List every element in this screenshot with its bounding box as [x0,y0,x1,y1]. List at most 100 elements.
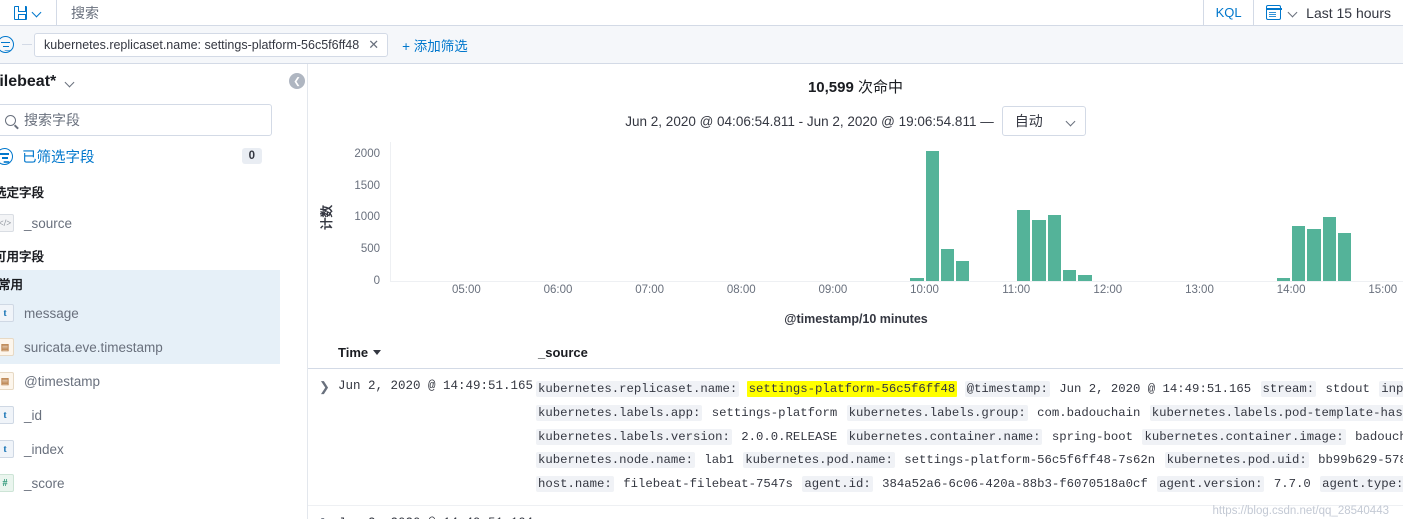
x-tick: 10:00 [910,284,939,296]
hits-count-row: 10,599 次命中 [308,64,1403,97]
x-tick: 06:00 [543,284,573,296]
filtered-fields-toggle[interactable]: 已筛选字段 0 [0,136,280,176]
field-key: agent.type: [1320,476,1403,493]
bar[interactable] [1337,232,1352,281]
y-tick: 500 [360,243,380,256]
index-pattern-label: filebeat* [0,73,57,90]
field-label: _source [24,215,73,231]
bar-series [391,141,1403,281]
index-pattern-selector[interactable]: filebeat* [0,64,280,100]
field-key: kubernetes.node.name: [536,452,695,469]
x-tick: 07:00 [635,284,665,296]
date-type-icon: ▤ [0,372,14,390]
bar[interactable] [925,150,939,281]
field-item-message[interactable]: t message [0,296,280,330]
top-toolbar: 搜索 KQL Last 15 hours [0,0,1403,26]
table-body: ❯ Jun 2, 2020 @ 14:49:51.165 kubernetes.re… [308,369,1403,519]
field-item-index[interactable]: t _index [0,432,280,466]
field-key: agent.version: [1157,476,1265,493]
date-type-icon: ▤ [0,338,14,356]
source-line: kubernetes.replicaset.name: settings-pla… [536,378,1403,402]
field-label: message [24,305,79,321]
field-value: 7.7.0 [1273,477,1311,492]
field-value: settings-platform [711,405,838,420]
bar[interactable] [1063,270,1077,281]
bar[interactable] [1276,277,1291,281]
x-tick: 12:00 [1093,284,1123,296]
column-label: _source [538,345,588,360]
documents-table: Time _source ❯ Jun 2, 2020 @ 14:49:51.165… [308,337,1403,519]
field-value: 2.0.0.RELEASE [741,429,838,444]
field-key: kubernetes.pod.uid: [1164,452,1309,469]
bar[interactable] [1047,214,1061,281]
field-label: @timestamp [24,373,100,389]
bar[interactable] [940,248,955,281]
chevron-down-icon [66,78,75,87]
query-input[interactable]: 搜索 [57,0,1203,25]
save-search-button[interactable] [0,0,57,25]
field-key: kubernetes.labels.group: [846,404,1028,421]
bar[interactable] [1078,275,1092,281]
search-fields-placeholder: 搜索字段 [24,112,80,128]
group-label: 常用 [0,277,24,292]
hits-suffix: 次命中 [858,79,904,96]
field-key: kubernetes.replicaset.name: [536,381,740,397]
available-fields-heading: 可用字段 [0,250,45,264]
popular-group-heading: 常用 [0,270,280,296]
source-line: kubernetes.labels.app: settings-platform… [536,402,1403,426]
field-key: kubernetes.container.image: [1142,428,1346,445]
chevron-right-icon[interactable]: ❯ [308,378,338,497]
x-tick: 09:00 [818,284,848,296]
kql-language-button[interactable]: KQL [1203,0,1253,25]
bar[interactable] [1032,219,1046,281]
close-icon[interactable]: ✕ [368,38,379,51]
filter-icon [0,147,13,165]
histogram-chart[interactable]: 计数 0 500 1000 1500 2000 05:00 06:00 07:00 08:00… [308,142,1403,337]
chevron-down-icon [1067,117,1076,126]
cell-time: Jun 2, 2020 @ 14:49:51.165 [338,379,534,393]
bar[interactable] [956,261,970,281]
query-placeholder: 搜索 [71,4,99,21]
field-item-id[interactable]: t _id [0,398,280,432]
bar[interactable] [910,278,924,281]
field-value: badouchain/ [1355,429,1403,444]
field-item-suricata-eve-timestamp[interactable]: ▤ suricata.eve.timestamp [0,330,280,364]
cell-source: kubernetes.replicaset.name: settings-pla… [536,378,1403,497]
bar[interactable] [1292,225,1306,281]
interval-select[interactable]: 自动 [1001,106,1086,136]
field-value: spring-boot [1051,429,1134,444]
date-range-label: Last 15 hours [1306,4,1391,21]
table-row[interactable]: ❯ Jun 2, 2020 @ 14:49:51.165 kubernetes.re… [308,369,1403,506]
bar[interactable] [1017,209,1031,281]
field-key: kubernetes.labels.pod-template-hash: [1149,404,1403,421]
field-key: kubernetes.container.name: [846,428,1043,445]
column-header-source[interactable]: _source [536,345,588,360]
filter-bar: kubernetes.replicaset.name: settings-pla… [0,26,1403,64]
caret-down-icon [373,350,382,355]
search-fields-input[interactable]: 搜索字段 [0,104,272,136]
field-item-score[interactable]: # _score [0,466,280,500]
x-axis-ticks: 05:00 06:00 07:00 08:00 09:00 10:00 11:00 12:00… [390,284,1403,304]
field-key: @timestamp: [964,381,1050,397]
field-item-source[interactable]: </> _source [0,206,280,240]
y-tick: 1000 [354,211,380,224]
calendar-icon [1265,5,1282,20]
date-picker[interactable]: Last 15 hours [1253,0,1403,25]
popular-fields-group: 常用 t message ▤ suricata.eve.timestamp [0,270,280,364]
source-line: host.name: filebeat-filebeat-7547s agent… [536,473,1403,497]
column-header-time[interactable]: Time [308,345,536,360]
field-item-timestamp[interactable]: ▤ @timestamp [0,364,280,398]
chevron-right-icon[interactable]: ❯ [308,515,338,519]
x-tick: 11:00 [1002,284,1031,296]
field-value: Jun 2, 2020 @ 14:49:51.165 [1059,382,1252,396]
collapse-sidebar-button[interactable]: ❮ [289,73,305,89]
bar[interactable] [1307,228,1321,281]
add-filter-button[interactable]: + 添加筛选 [402,35,468,55]
source-line: kubernetes.labels.version: 2.0.0.RELEASE… [536,426,1403,450]
field-value: filebeat-filebeat-7547s [623,477,793,492]
source-line: kubernetes.node.name: lab1 kubernetes.po… [536,449,1403,473]
filter-options-button[interactable] [0,36,22,53]
number-type-icon: # [0,474,14,492]
bar[interactable] [1322,216,1336,281]
filter-pill[interactable]: kubernetes.replicaset.name: settings-pla… [34,32,389,57]
